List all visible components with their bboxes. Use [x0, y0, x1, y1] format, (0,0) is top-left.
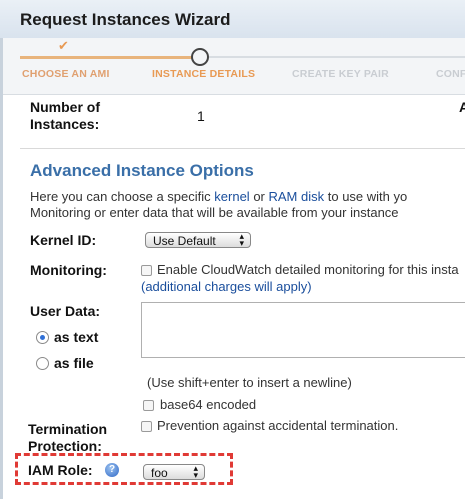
desc-text-a: Here you can choose a specific: [30, 189, 215, 204]
step-create-key-pair: CREATE KEY PAIR: [292, 68, 389, 80]
left-border: [0, 38, 3, 499]
user-data-as-file-radio[interactable]: [36, 357, 49, 370]
monitoring-label: Monitoring:: [30, 262, 107, 278]
monitoring-checkbox[interactable]: [141, 265, 152, 276]
user-data-as-file-label: as file: [54, 355, 94, 371]
base64-label: base64 encoded: [160, 397, 257, 412]
advanced-description-line2: Monitoring or enter data that will be av…: [30, 205, 399, 220]
termination-label-line1: Termination: [28, 421, 108, 437]
termination-protection-label: Termination Protection:: [28, 421, 107, 455]
current-step-indicator-icon: [191, 48, 209, 66]
user-data-as-text-label: as text: [54, 329, 99, 345]
iam-role-label: IAM Role:: [28, 462, 93, 478]
advanced-options-title: Advanced Instance Options: [30, 161, 254, 180]
number-of-instances-label-line1: Number of: [30, 99, 100, 115]
monitoring-checkbox-label: Enable CloudWatch detailed monitoring fo…: [157, 262, 459, 277]
step-complete-check-icon: ✔: [58, 38, 69, 53]
kernel-id-select[interactable]: Use Default ▴ ▾: [145, 232, 251, 248]
iam-role-select[interactable]: foo ▴ ▾: [143, 464, 205, 480]
select-arrows-icon: ▴ ▾: [239, 231, 244, 248]
wizard-title: Request Instances Wizard: [20, 10, 231, 29]
progress-line-done: [20, 56, 192, 59]
ram-disk-link[interactable]: RAM disk: [269, 189, 325, 204]
iam-role-selected: foo: [151, 466, 168, 480]
kernel-link[interactable]: kernel: [214, 189, 249, 204]
help-icon[interactable]: ?: [105, 463, 119, 477]
wizard-steps: [3, 38, 465, 95]
desc-text-or: or: [249, 189, 269, 204]
user-data-textarea[interactable]: [141, 302, 465, 358]
step-instance-details[interactable]: INSTANCE DETAILS: [152, 68, 255, 80]
kernel-id-label: Kernel ID:: [30, 232, 97, 248]
additional-charges-link[interactable]: (additional charges will apply): [141, 279, 312, 294]
progress-line-todo: [208, 56, 465, 58]
desc-text-b: to use with yo: [324, 189, 408, 204]
advanced-description-line1: Here you can choose a specific kernel or…: [30, 189, 407, 204]
step-choose-ami[interactable]: CHOOSE AN AMI: [22, 68, 110, 80]
number-of-instances-value: 1: [197, 108, 205, 124]
user-data-label: User Data:: [30, 303, 101, 319]
section-divider: [20, 148, 465, 149]
select-arrows-icon: ▴ ▾: [193, 463, 198, 480]
termination-protection-checkbox-label: Prevention against accidental terminatio…: [157, 418, 399, 433]
base64-checkbox[interactable]: [143, 400, 154, 411]
number-of-instances-label: Number of Instances:: [30, 99, 100, 133]
number-of-instances-label-line2: Instances:: [30, 116, 100, 132]
user-data-hint: (Use shift+enter to insert a newline): [147, 375, 352, 390]
wizard-title-bar: Request Instances Wizard: [0, 0, 465, 39]
user-data-as-text-radio[interactable]: [36, 331, 49, 344]
clipped-right-label: A: [459, 99, 465, 115]
step-configure: CONFI: [436, 68, 465, 80]
kernel-id-selected: Use Default: [153, 234, 216, 248]
termination-protection-checkbox[interactable]: [141, 421, 152, 432]
